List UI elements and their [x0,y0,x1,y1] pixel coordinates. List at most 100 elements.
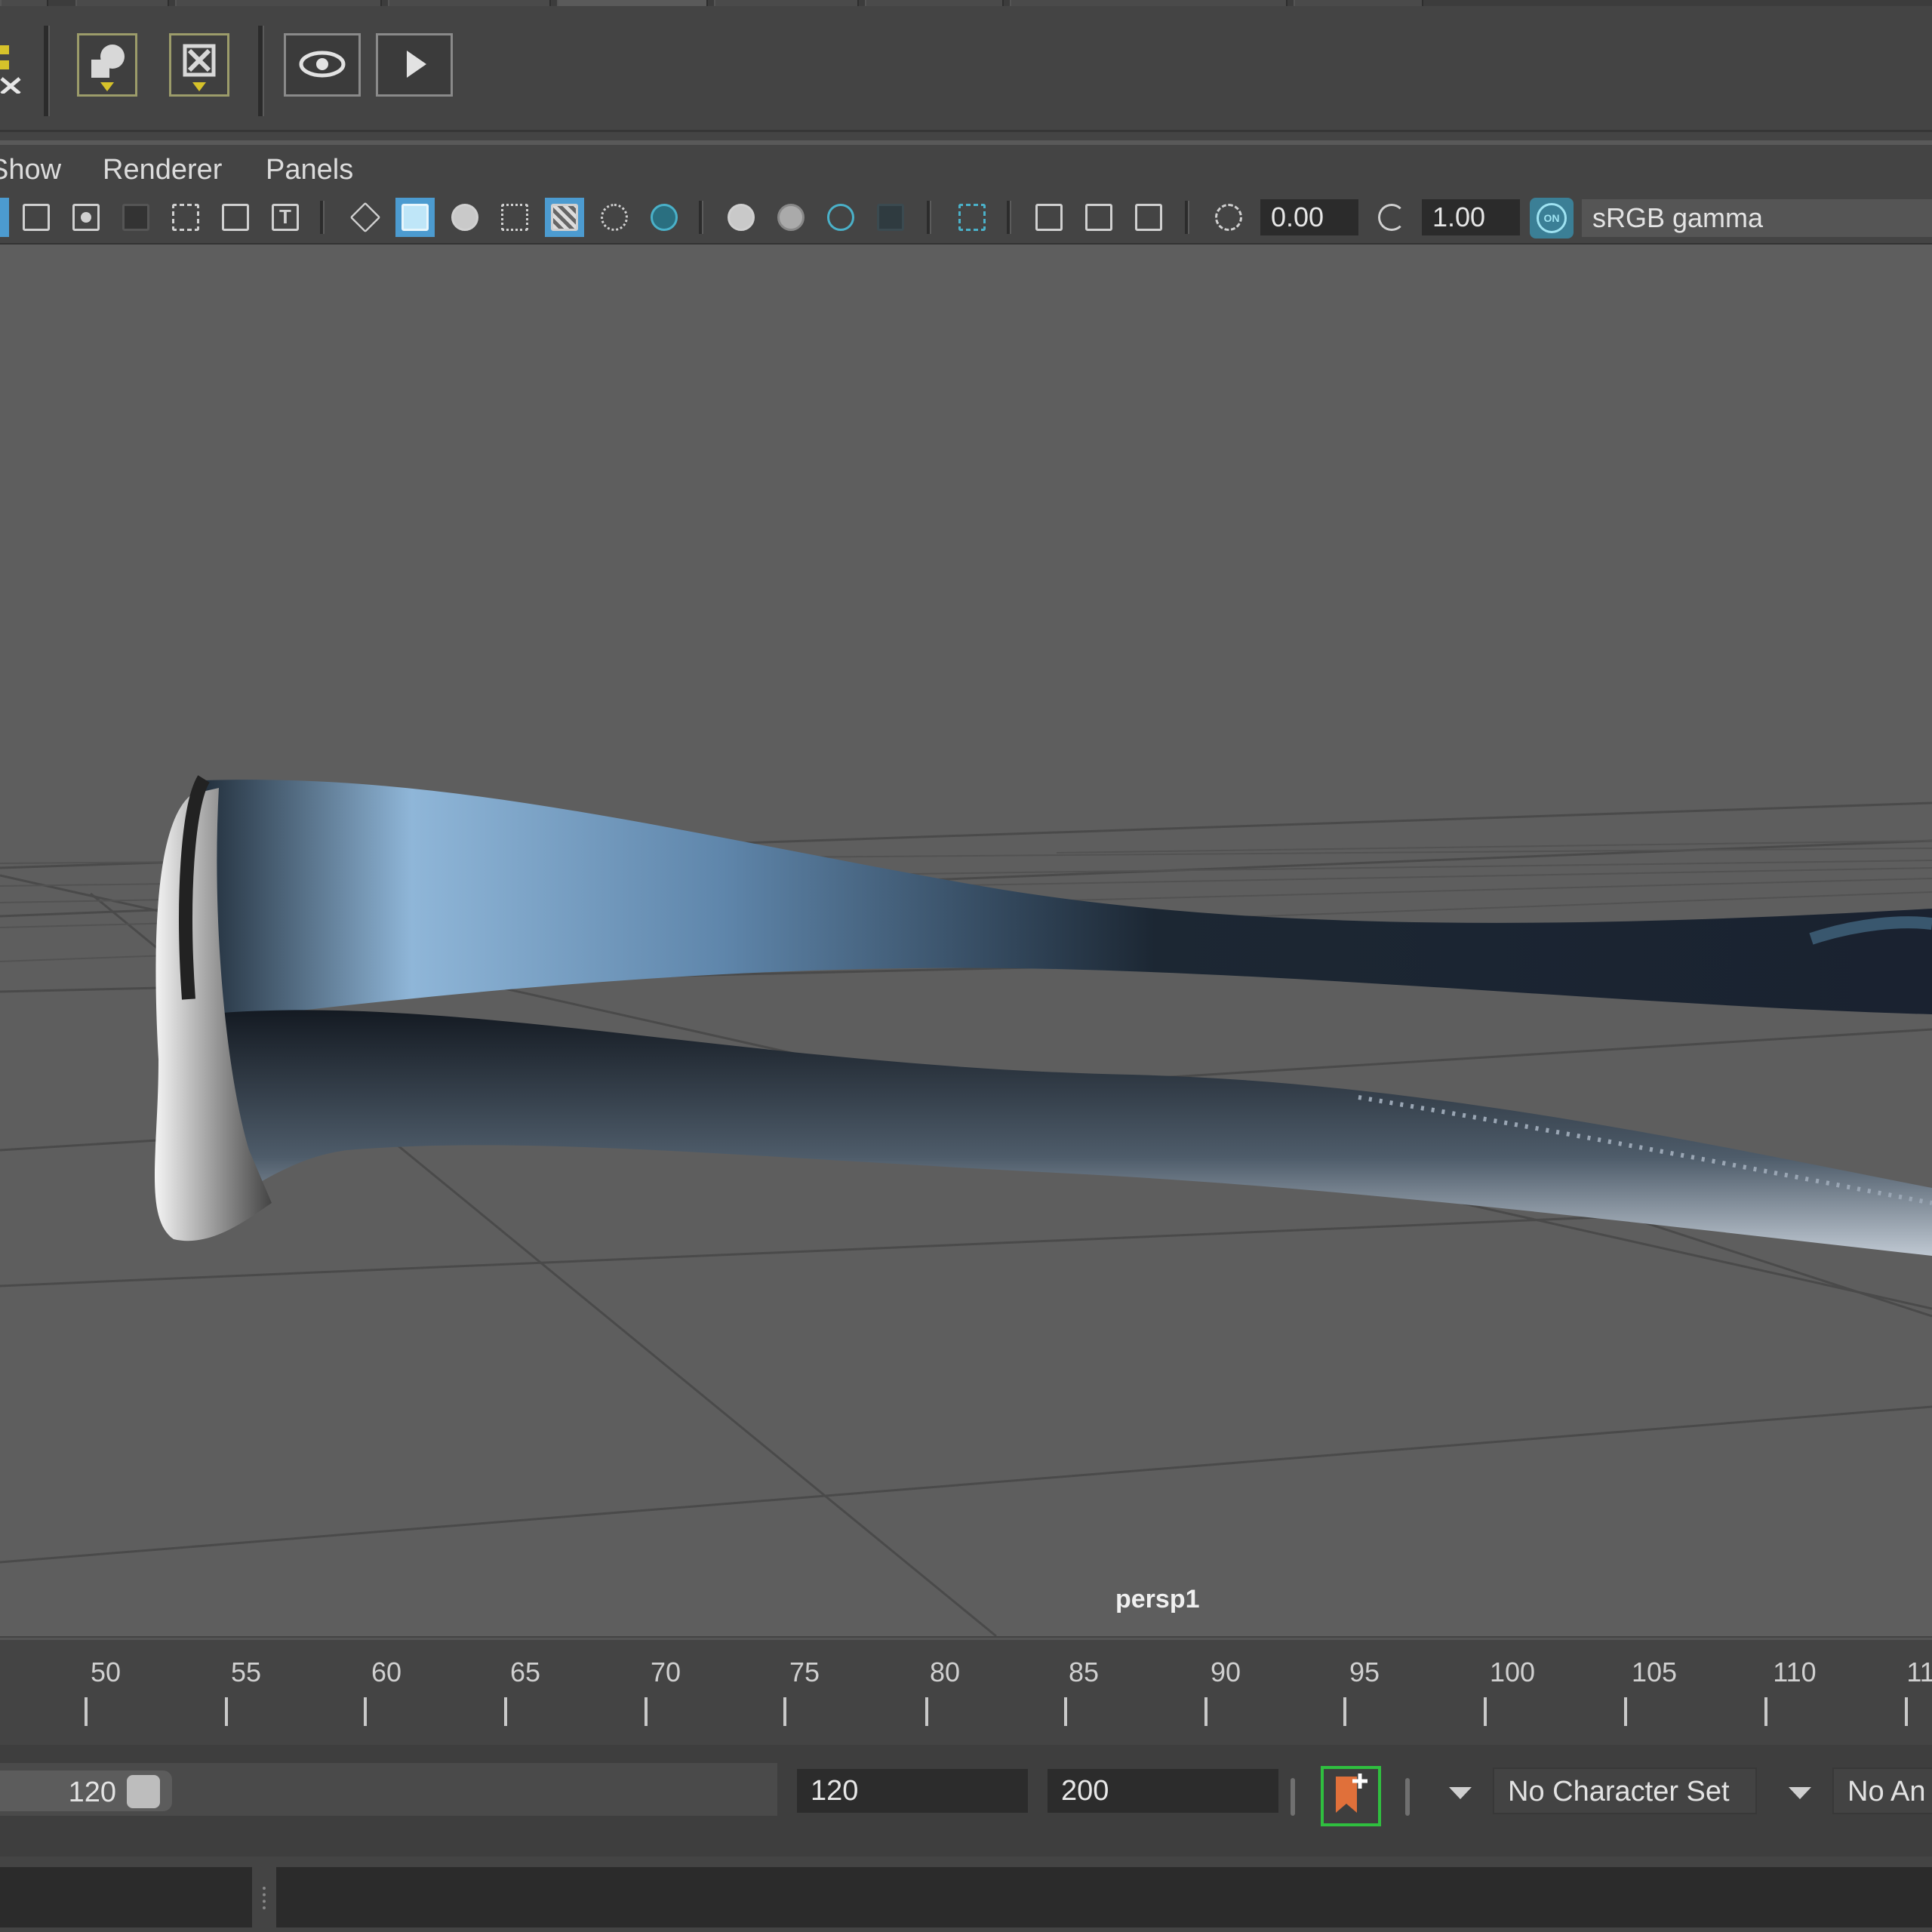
wireframe-on-shaded-icon[interactable] [495,198,534,237]
field-chart-icon[interactable] [166,198,205,237]
shelf-tab-strip [0,0,1932,6]
gate-mask-icon[interactable] [116,198,155,237]
create-particle-emitter-icon[interactable] [77,33,137,97]
shelf-separator [258,26,264,116]
tick-label: 75 [789,1657,820,1687]
shelf-tab[interactable] [175,0,382,6]
tick-label: 50 [90,1657,122,1687]
character-set-dropdown[interactable]: No Character Set [1493,1767,1757,1814]
shelf-tab[interactable] [75,0,169,6]
animation-end-field[interactable]: 200 [1048,1769,1278,1813]
tick [1624,1697,1627,1726]
use-all-lights-icon[interactable] [595,198,634,237]
anim-layer-dropdown[interactable]: No An [1832,1767,1932,1814]
playback-end-field[interactable]: 120 [797,1769,1028,1813]
anim-layer-menu-icon[interactable] [1789,1787,1811,1799]
cut-key-icon[interactable] [0,41,23,95]
tick [504,1697,507,1726]
anti-aliasing-icon[interactable] [821,198,860,237]
tick-label: 60 [371,1657,402,1687]
shadows-icon[interactable] [645,198,684,237]
tick-label: 70 [650,1657,681,1687]
default-material-icon[interactable] [445,198,485,237]
toolbar-separator [1007,201,1011,234]
command-line [0,1857,1932,1932]
time-slider[interactable]: 50 55 60 65 70 75 80 85 90 95 100 105 11… [0,1638,1932,1737]
command-line-splitter[interactable] [263,1887,269,1909]
tick-label: 80 [929,1657,961,1687]
tick [1484,1697,1487,1726]
depth-of-field-icon[interactable] [871,198,910,237]
menu-panels[interactable]: Panels [266,154,353,186]
tick [783,1697,786,1726]
toolbar-separator [320,201,325,234]
toolbar-separator [1185,201,1189,234]
character-set-menu-icon[interactable] [1449,1787,1472,1799]
shelf-tab-active[interactable] [557,0,708,6]
separator [1291,1778,1295,1816]
shelf [0,6,1932,132]
toolbar-separator [927,201,931,234]
range-slider-row: 120 120 200 No Character Set No An [0,1745,1932,1858]
tick [364,1697,367,1726]
tick-label: 105 [1631,1657,1678,1687]
exposure-icon[interactable] [1209,198,1248,237]
toolbar-separator [699,201,703,234]
tick-label: 90 [1210,1657,1241,1687]
xray-joints-icon[interactable] [1129,198,1168,237]
isolate-select-icon[interactable] [952,198,992,237]
tick [1204,1697,1208,1726]
shelf-tab[interactable] [0,0,48,6]
panel-menubar: Show Renderer Panels [0,145,1932,190]
wireframe-icon[interactable] [346,198,385,237]
gamma-field[interactable]: 1.00 [1422,199,1520,235]
exposure-field[interactable]: 0.00 [1260,199,1358,235]
color-management-toggle[interactable]: ON [1530,198,1574,238]
mel-input-field[interactable] [0,1867,252,1927]
bookmark-icon [1336,1774,1367,1813]
viewport-scene [0,775,1932,1636]
textured-icon[interactable] [545,198,584,237]
gamma-icon[interactable] [1372,198,1411,237]
camera-attributes-icon[interactable] [0,198,9,237]
playblast-view-icon[interactable] [284,33,361,97]
film-gate-icon[interactable] [17,198,56,237]
tick [1064,1697,1067,1726]
xray-active-components-icon[interactable] [1079,198,1118,237]
range-knob[interactable] [127,1775,160,1808]
shelf-tab[interactable] [865,0,1004,6]
tick-label: 55 [230,1657,262,1687]
color-management-label: ON [1537,203,1567,233]
viewport-persp[interactable]: persp1 [0,245,1932,1636]
safe-action-icon[interactable] [216,198,255,237]
play-icon[interactable] [376,33,453,97]
range-end-value: 120 [68,1777,116,1808]
smooth-shade-icon[interactable] [395,198,435,237]
tick [85,1697,88,1726]
screen-space-ao-icon[interactable] [721,198,761,237]
shelf-separator [44,26,50,116]
separator [1405,1778,1410,1816]
shelf-tab[interactable] [714,0,859,6]
safe-title-icon[interactable]: T [266,198,305,237]
shelf-tab[interactable] [1294,0,1423,6]
tick-label: 100 [1489,1657,1536,1687]
range-slider-handle[interactable]: 120 [0,1770,172,1811]
add-emitter-icon[interactable] [169,33,229,97]
resolution-gate-icon[interactable] [66,198,106,237]
menu-show[interactable]: Show [0,154,61,186]
tick [645,1697,648,1726]
tick-label: 65 [509,1657,541,1687]
view-transform-dropdown[interactable]: sRGB gamma [1582,199,1932,237]
bookmark-button[interactable] [1321,1766,1381,1826]
tick-label: 11 [1906,1657,1932,1687]
tick-label: 95 [1349,1657,1380,1687]
tick [1905,1697,1908,1726]
menu-renderer[interactable]: Renderer [103,154,222,186]
shelf-tab[interactable] [1010,0,1287,6]
command-result-field [276,1867,1932,1927]
motion-blur-icon[interactable] [771,198,811,237]
shelf-tab[interactable] [388,0,551,6]
tick [225,1697,228,1726]
xray-icon[interactable] [1029,198,1069,237]
